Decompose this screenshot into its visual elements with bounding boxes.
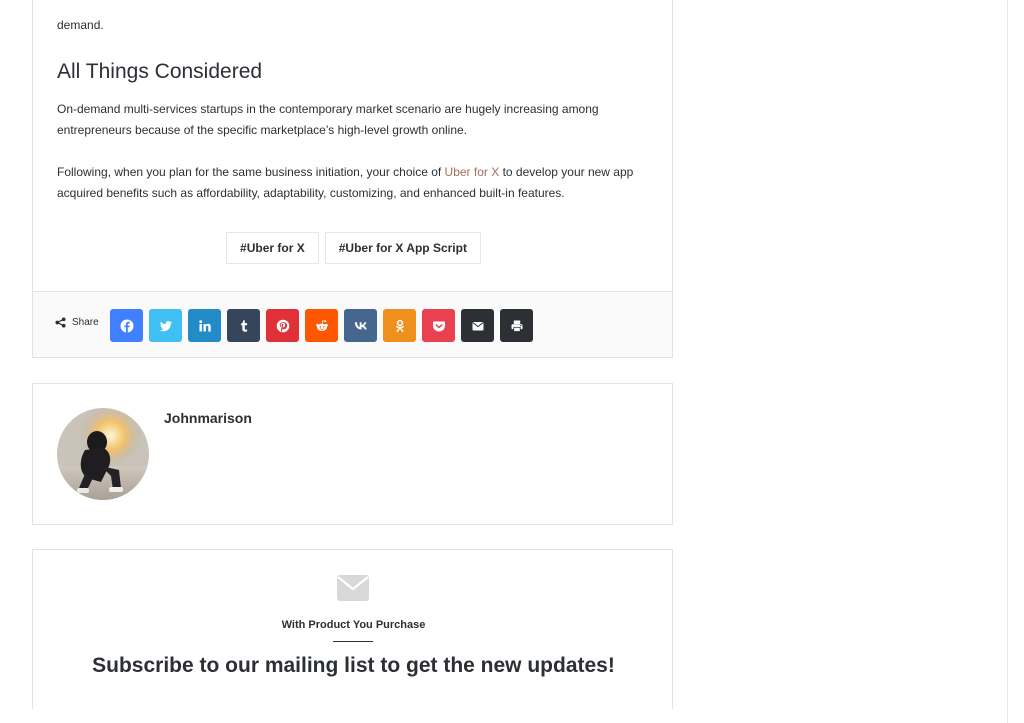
pocket-icon [432, 321, 445, 331]
article-paragraph-2: Following, when you plan for the same bu… [57, 162, 657, 204]
twitter-share-button[interactable] [149, 309, 182, 342]
email-share-button[interactable] [461, 309, 494, 342]
newsletter-divider [333, 641, 373, 642]
article-content: demand. All Things Considered On-demand … [32, 0, 673, 292]
section-heading: All Things Considered [57, 60, 263, 83]
odnoklassniki-icon [395, 319, 404, 332]
reddit-icon [315, 319, 328, 331]
tumblr-share-button[interactable] [227, 309, 260, 342]
linkedin-share-button[interactable] [188, 309, 221, 342]
tag-uber-for-x-app-script[interactable]: #Uber for X App Script [324, 232, 481, 264]
facebook-share-button[interactable] [110, 309, 143, 342]
author-box: Johnmarison [32, 383, 673, 525]
paragraph-text: Following, when you plan for the same bu… [57, 165, 445, 179]
twitter-icon [159, 320, 172, 331]
envelope-icon [337, 575, 369, 601]
odnoklassniki-share-button[interactable] [383, 309, 416, 342]
newsletter-title: Subscribe to our mailing list to get the… [92, 654, 615, 677]
tag-uber-for-x[interactable]: #Uber for X [226, 232, 319, 264]
pinterest-icon [276, 319, 289, 332]
share-bar: Share [32, 291, 673, 358]
sidebar-divider [1007, 0, 1008, 723]
article-lead-fragment: demand. [57, 18, 104, 32]
post-tags: #Uber for X #Uber for X App Script [33, 232, 674, 264]
vk-icon [354, 321, 367, 329]
newsletter-subtitle: With Product You Purchase [281, 619, 426, 631]
pocket-share-button[interactable] [422, 309, 455, 342]
share-lead: Share [55, 317, 99, 328]
uber-for-x-link[interactable]: Uber for X [445, 165, 500, 179]
linkedin-icon [198, 319, 211, 331]
envelope-icon [471, 321, 484, 330]
author-avatar[interactable] [57, 408, 149, 500]
share-icon [55, 317, 66, 328]
author-name-link[interactable]: Johnmarison [164, 410, 252, 426]
facebook-icon [120, 319, 133, 332]
reddit-share-button[interactable] [305, 309, 338, 342]
tumblr-icon [240, 319, 247, 332]
share-label: Share [72, 317, 99, 328]
vk-share-button[interactable] [344, 309, 377, 342]
author-photo [57, 408, 149, 500]
printer-icon [511, 320, 522, 332]
pinterest-share-button[interactable] [266, 309, 299, 342]
print-button[interactable] [500, 309, 533, 342]
article-paragraph-1: On-demand multi-services startups in the… [57, 102, 599, 137]
tag-label: Uber for X [246, 241, 305, 255]
newsletter-box: With Product You Purchase Subscribe to o… [32, 549, 673, 709]
tag-label: Uber for X App Script [345, 241, 467, 255]
